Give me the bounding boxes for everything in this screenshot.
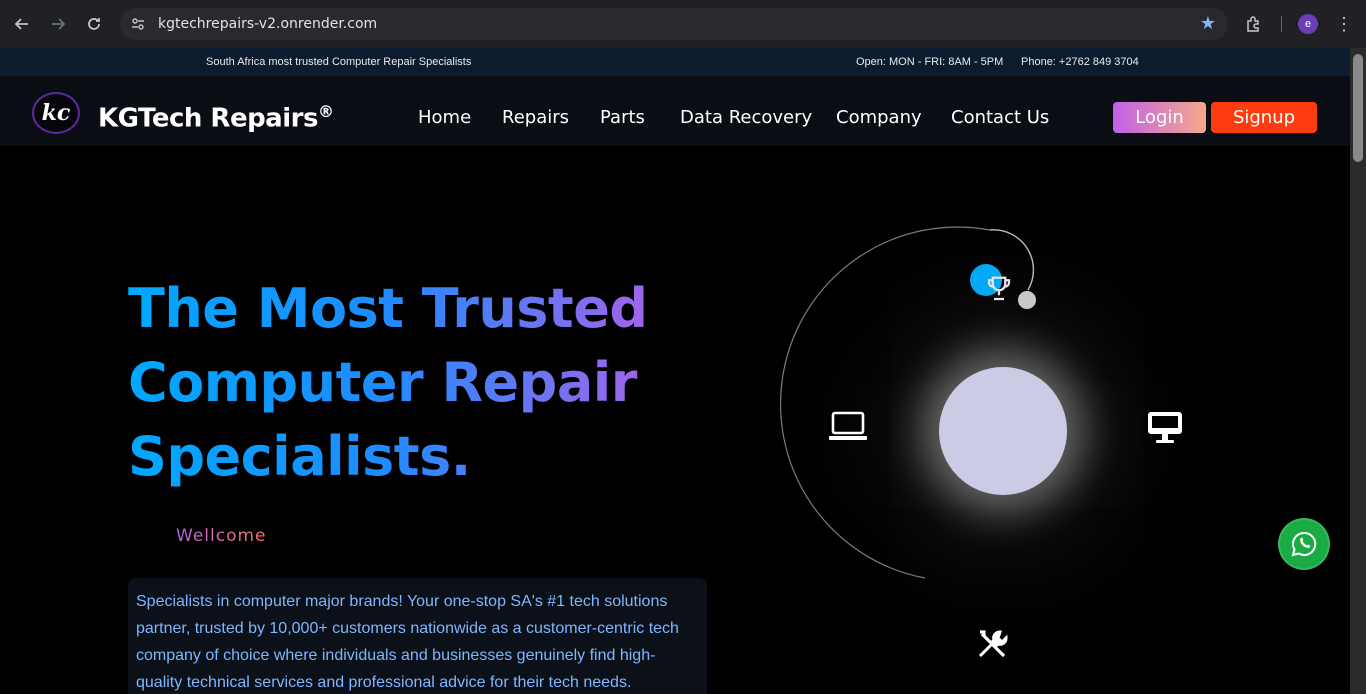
hero-title-line-1: The Most Trusted — [128, 277, 648, 340]
nav-repairs[interactable]: Repairs — [502, 107, 569, 128]
reload-icon — [88, 18, 100, 30]
hero-title: The Most Trusted Computer Repair Special… — [128, 272, 688, 494]
scrollbar-thumb[interactable] — [1353, 54, 1363, 162]
info-topbar: South Africa most trusted Computer Repai… — [0, 48, 1350, 76]
topbar-tagline: South Africa most trusted Computer Repai… — [206, 56, 472, 68]
arrow-left-icon — [14, 18, 28, 30]
whatsapp-button[interactable] — [1278, 518, 1330, 570]
site-logo[interactable]: kc — [32, 92, 80, 134]
arrow-right-icon — [52, 18, 66, 30]
hero-orbit-graphic — [780, 218, 1220, 658]
toolbar-separator — [1281, 16, 1282, 32]
laptop-icon — [829, 411, 867, 440]
whatsapp-icon — [1291, 531, 1317, 557]
extensions-icon[interactable] — [1240, 10, 1268, 38]
brand-text: KGTech Repairs — [98, 103, 318, 134]
hero-title-line-3: Specialists. — [128, 425, 471, 488]
nav-company[interactable]: Company — [836, 107, 922, 128]
welcome-typing-text: Wellcome — [176, 526, 267, 546]
site-header: kc KGTech Repairs® Home Repairs Parts Da… — [0, 76, 1350, 146]
topbar-phone: Phone: +2762 849 3704 — [1021, 56, 1139, 68]
back-button[interactable] — [4, 6, 40, 42]
grey-orb — [1018, 291, 1036, 309]
reload-button[interactable] — [76, 6, 112, 42]
site-info-icon[interactable] — [124, 10, 152, 38]
topbar-hours: Open: MON - FRI: 8AM - 5PM — [856, 56, 1004, 68]
logo-text: kc — [41, 100, 71, 126]
nav-data-recovery[interactable]: Data Recovery — [680, 107, 812, 128]
url-text[interactable]: kgtechrepairs-v2.onrender.com — [158, 16, 377, 32]
browser-menu-icon[interactable]: ⋮ — [1330, 10, 1358, 38]
page-scrollbar[interactable] — [1350, 48, 1366, 694]
browser-toolbar: kgtechrepairs-v2.onrender.com ★ e ⋮ — [0, 0, 1366, 48]
nav-contact-us[interactable]: Contact Us — [951, 107, 1049, 128]
glowing-sphere — [939, 367, 1067, 495]
monitor-icon — [1148, 412, 1182, 443]
profile-avatar[interactable]: e — [1298, 14, 1318, 34]
login-button[interactable]: Login — [1113, 102, 1206, 133]
nav-parts[interactable]: Parts — [600, 107, 645, 128]
address-bar[interactable]: kgtechrepairs-v2.onrender.com ★ — [120, 8, 1228, 40]
tools-icon — [978, 630, 1008, 658]
brand-name[interactable]: KGTech Repairs® — [98, 102, 334, 134]
signup-button[interactable]: Signup — [1211, 102, 1317, 133]
hero-description-box: Specialists in computer major brands! Yo… — [128, 578, 707, 694]
nav-home[interactable]: Home — [418, 107, 471, 128]
hero-description: Specialists in computer major brands! Yo… — [136, 593, 679, 691]
registered-mark: ® — [317, 102, 334, 121]
forward-button[interactable] — [40, 6, 76, 42]
bookmark-star-icon[interactable]: ★ — [1200, 13, 1216, 34]
hero-title-line-2: Computer Repair — [128, 351, 637, 414]
page-viewport: South Africa most trusted Computer Repai… — [0, 48, 1350, 694]
trophy-icon — [987, 276, 1011, 301]
